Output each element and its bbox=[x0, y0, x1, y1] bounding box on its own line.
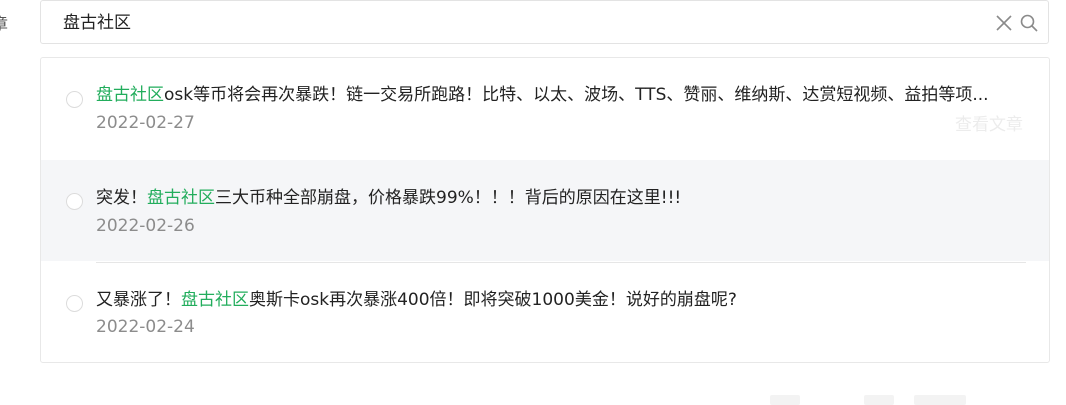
pagination-page-button[interactable] bbox=[864, 395, 894, 405]
radio-button[interactable] bbox=[66, 295, 83, 312]
radio-button[interactable] bbox=[66, 91, 83, 108]
list-item[interactable]: 突发！盘古社区三大币种全部崩盘，价格暴跌99%！！！背后的原因在这里!!! 20… bbox=[41, 160, 1049, 261]
list-item[interactable]: 又暴涨了！盘古社区奥斯卡osk再次暴涨400倍！即将突破1000美金！说好的崩盘… bbox=[41, 263, 1049, 362]
close-icon[interactable] bbox=[995, 14, 1013, 32]
keyword-highlight: 盘古社区 bbox=[181, 290, 249, 310]
title-suffix: 三大币种全部崩盘，价格暴跌99%！！！背后的原因在这里!!! bbox=[215, 188, 682, 208]
title-suffix: 奥斯卡osk再次暴涨400倍！即将突破1000美金！说好的崩盘呢? bbox=[249, 290, 737, 310]
result-title[interactable]: 又暴涨了！盘古社区奥斯卡osk再次暴涨400倍！即将突破1000美金！说好的崩盘… bbox=[96, 288, 1016, 312]
search-results-list: 盘古社区osk等币将会再次暴跌！链一交易所跑路！比特、以太、波场、TTS、赞丽、… bbox=[40, 57, 1050, 363]
result-date: 2022-02-27 bbox=[96, 113, 195, 133]
title-prefix: 又暴涨了！ bbox=[96, 290, 181, 310]
result-date: 2022-02-24 bbox=[96, 317, 195, 337]
pagination-prev-button[interactable] bbox=[770, 395, 800, 405]
list-item[interactable]: 盘古社区osk等币将会再次暴跌！链一交易所跑路！比特、以太、波场、TTS、赞丽、… bbox=[41, 58, 1049, 159]
search-bar bbox=[40, 0, 1049, 45]
radio-button[interactable] bbox=[66, 193, 83, 210]
search-icon[interactable] bbox=[1019, 13, 1039, 33]
keyword-highlight: 盘古社区 bbox=[96, 85, 164, 105]
title-suffix: osk等币将会再次暴跌！链一交易所跑路！比特、以太、波场、TTS、赞丽、维纳斯、… bbox=[164, 85, 989, 105]
pagination-next-button[interactable] bbox=[914, 395, 966, 405]
search-input[interactable] bbox=[61, 1, 965, 45]
result-title[interactable]: 突发！盘古社区三大币种全部崩盘，价格暴跌99%！！！背后的原因在这里!!! bbox=[96, 186, 1016, 210]
keyword-highlight: 盘古社区 bbox=[147, 188, 215, 208]
title-prefix: 突发！ bbox=[96, 188, 147, 208]
result-title[interactable]: 盘古社区osk等币将会再次暴跌！链一交易所跑路！比特、以太、波场、TTS、赞丽、… bbox=[96, 83, 1016, 107]
section-label: 章 bbox=[0, 14, 9, 33]
view-article-link[interactable]: 查看文章 bbox=[955, 110, 1023, 135]
result-date: 2022-02-26 bbox=[96, 216, 195, 236]
